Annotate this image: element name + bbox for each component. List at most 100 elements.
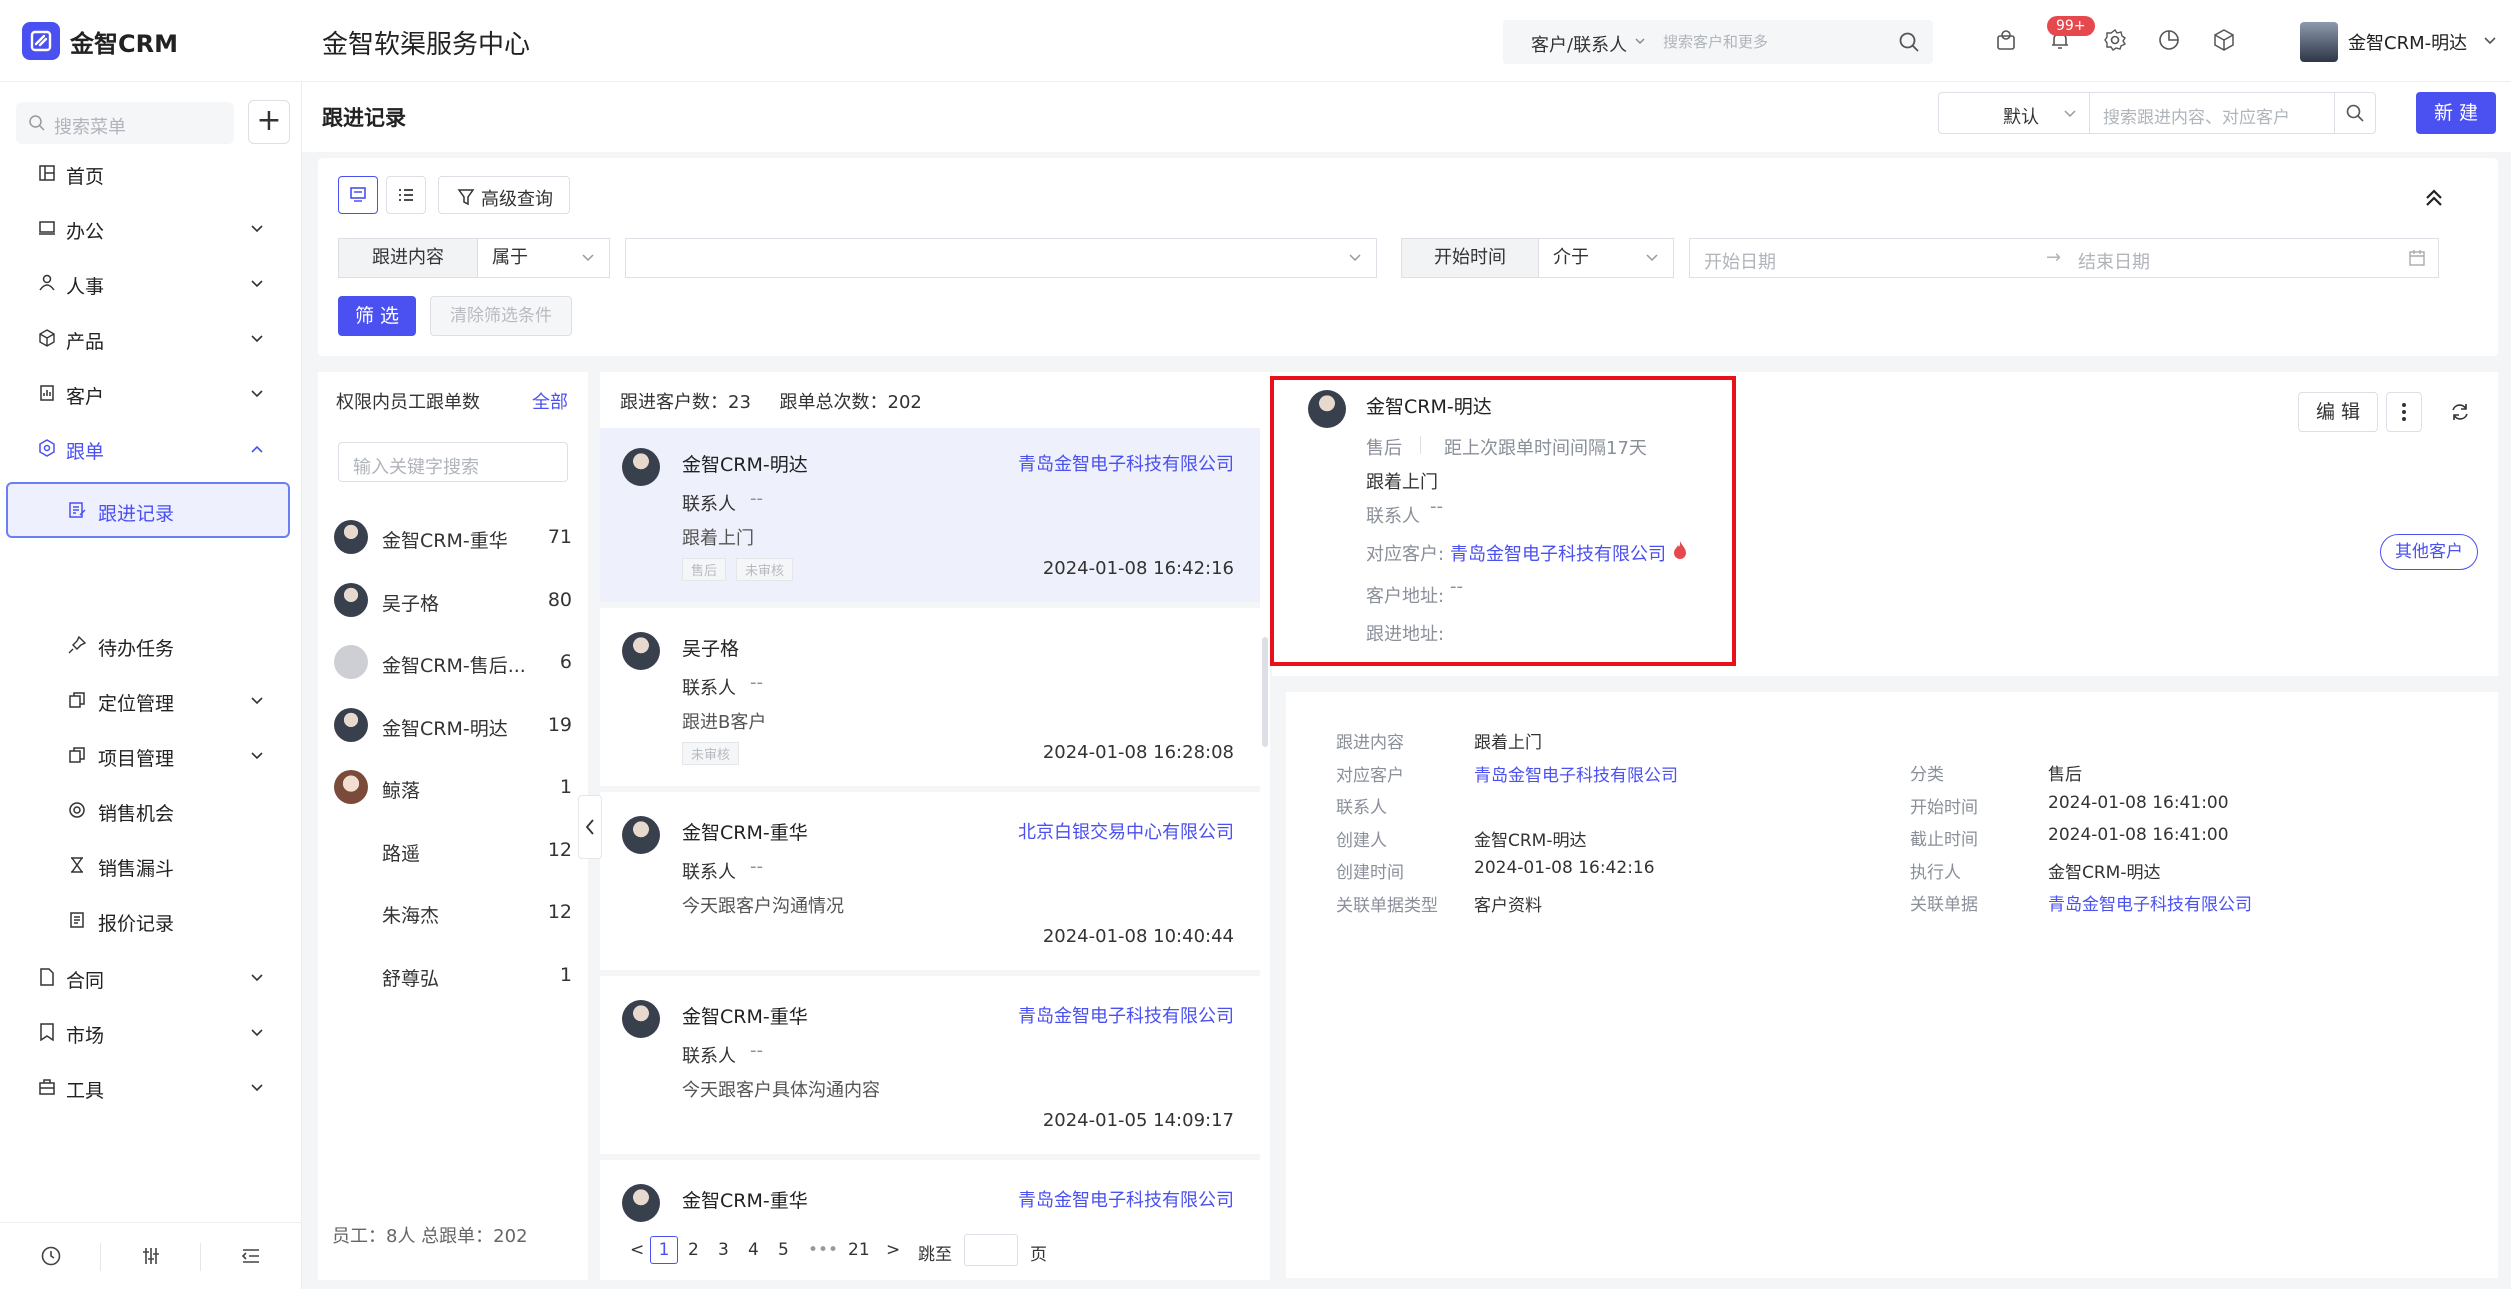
jump-page-input[interactable] bbox=[964, 1234, 1018, 1266]
collapse-up-icon[interactable] bbox=[2422, 186, 2446, 210]
employee-row[interactable]: 吴子格 80 bbox=[318, 571, 588, 633]
employee-row[interactable]: 金智CRM-重华 71 bbox=[318, 508, 588, 570]
global-search-input[interactable] bbox=[1663, 20, 1883, 64]
record-card[interactable]: 金智CRM-重华 青岛金智电子科技有限公司 联系人 -- 今天跟客户具体沟通内容 2024… bbox=[600, 980, 1260, 1160]
advanced-query-button[interactable]: 高级查询 bbox=[438, 176, 570, 214]
field-label: 执行人 bbox=[1910, 862, 1961, 883]
filter-content-value[interactable] bbox=[625, 238, 1377, 278]
apply-filter-button[interactable]: 筛 选 bbox=[338, 296, 416, 336]
gear-icon[interactable] bbox=[2103, 28, 2127, 52]
pie-chart-icon[interactable] bbox=[2157, 28, 2181, 52]
chevron-down-icon[interactable] bbox=[2482, 34, 2498, 48]
sidebar-item-label: 办公 bbox=[66, 221, 105, 243]
user-name[interactable]: 金智CRM-明达 bbox=[2348, 29, 2467, 55]
field-value: 2024-01-08 16:41:00 bbox=[2048, 825, 2229, 845]
sidebar-item-contract[interactable]: 合同 bbox=[0, 954, 302, 1002]
next-page-button[interactable]: > bbox=[886, 1240, 900, 1260]
user-avatar[interactable] bbox=[2300, 22, 2338, 62]
chevron-down-icon bbox=[250, 223, 264, 235]
page-2-button[interactable]: 2 bbox=[688, 1240, 699, 1260]
sidebar-item-office[interactable]: 办公 bbox=[0, 205, 302, 253]
sidebar-item-label: 待办任务 bbox=[98, 638, 175, 660]
all-employees-link[interactable]: 全部 bbox=[532, 388, 568, 414]
prev-page-button[interactable]: < bbox=[630, 1240, 644, 1260]
new-record-button[interactable]: 新 建 bbox=[2416, 92, 2496, 134]
page-ellipsis[interactable]: ••• bbox=[808, 1240, 838, 1260]
record-card[interactable]: 金智CRM-重华 北京白银交易中心有限公司 联系人 -- 今天跟客户沟通情况 2024-0… bbox=[600, 796, 1260, 976]
chevron-down-icon bbox=[1633, 34, 1647, 48]
sidebar-item-customer[interactable]: 客户 bbox=[0, 370, 302, 418]
sidebar-item-label: 销售机会 bbox=[98, 803, 175, 825]
sidebar-item-opportunity[interactable]: 销售机会 bbox=[0, 787, 302, 835]
chevron-up-icon bbox=[250, 443, 264, 455]
record-customer-link[interactable]: 青岛金智电子科技有限公司 bbox=[1018, 450, 1234, 476]
sliders-icon[interactable] bbox=[140, 1245, 162, 1267]
clear-filter-button[interactable]: 清除筛选条件 bbox=[430, 296, 572, 336]
collapse-list-button[interactable] bbox=[578, 795, 602, 859]
page-21-button[interactable]: 21 bbox=[848, 1240, 870, 1260]
record-card[interactable]: 吴子格 联系人 -- 跟进B客户 未审核 2024-01-08 16:28:08 bbox=[600, 612, 1260, 792]
page-4-button[interactable]: 4 bbox=[748, 1240, 759, 1260]
filter-time-operator[interactable]: 介于 bbox=[1538, 238, 1674, 278]
sidebar-item-tools[interactable]: 工具 bbox=[0, 1064, 302, 1112]
sidebar-item-funnel[interactable]: 销售漏斗 bbox=[0, 842, 302, 890]
sidebar-item-quotes[interactable]: 报价记录 bbox=[0, 897, 302, 945]
field-link[interactable]: 青岛金智电子科技有限公司 bbox=[2048, 890, 2252, 915]
avatar bbox=[622, 448, 660, 486]
sidebar-item-project[interactable]: 项目管理 bbox=[0, 732, 302, 780]
menu-search-input[interactable]: 搜索菜单 bbox=[16, 102, 234, 144]
sidebar-item-product[interactable]: 产品 bbox=[0, 315, 302, 363]
employee-search-input[interactable]: 输入关键字搜索 bbox=[338, 442, 568, 482]
more-options-button[interactable] bbox=[2386, 392, 2422, 432]
date-range-picker[interactable]: 开始日期 → 结束日期 bbox=[1689, 238, 2439, 278]
employee-row[interactable]: 鲸落 1 bbox=[318, 758, 588, 820]
collapse-menu-icon[interactable] bbox=[240, 1245, 262, 1267]
cube-icon[interactable] bbox=[2212, 28, 2236, 52]
chevron-down-icon bbox=[1348, 252, 1362, 264]
employee-row[interactable]: 金智CRM-明达 19 bbox=[318, 696, 588, 758]
contacts-icon[interactable] bbox=[1994, 28, 2018, 52]
page-3-button[interactable]: 3 bbox=[718, 1240, 729, 1260]
add-menu-button[interactable]: + bbox=[248, 100, 290, 144]
search-button[interactable] bbox=[2334, 92, 2376, 134]
sidebar-item-follow[interactable]: 跟单 bbox=[0, 425, 302, 473]
page-5-button[interactable]: 5 bbox=[778, 1240, 789, 1260]
field-link[interactable]: 青岛金智电子科技有限公司 bbox=[1474, 761, 1678, 786]
sidebar-item-hr[interactable]: 人事 bbox=[0, 260, 302, 308]
record-customer-link[interactable]: 青岛金智电子科技有限公司 bbox=[1018, 1186, 1234, 1212]
search-scope-select[interactable]: 客户/联系人 bbox=[1531, 31, 1627, 57]
sort-select[interactable]: 默认 bbox=[1938, 92, 2090, 134]
record-card[interactable]: 金智CRM-明达 青岛金智电子科技有限公司 联系人 -- 跟着上门 售后 未审核 2024-0… bbox=[600, 428, 1260, 608]
record-search-input[interactable]: 搜索跟进内容、对应客户 bbox=[2089, 92, 2335, 134]
search-icon[interactable] bbox=[1898, 31, 1920, 53]
employee-row[interactable]: 舒尊弘 1 bbox=[318, 946, 588, 1008]
filter-content-operator[interactable]: 属于 bbox=[477, 238, 610, 278]
chevron-down-icon bbox=[250, 278, 264, 290]
list-view-button[interactable] bbox=[386, 176, 426, 214]
record-customer-link[interactable]: 北京白银交易中心有限公司 bbox=[1018, 818, 1234, 844]
record-owner: 金智CRM-重华 bbox=[682, 1190, 808, 1212]
scrollbar[interactable] bbox=[1262, 637, 1268, 747]
refresh-icon[interactable] bbox=[2450, 402, 2470, 422]
record-card[interactable]: 金智CRM-重华 青岛金智电子科技有限公司 bbox=[600, 1164, 1260, 1224]
other-customers-button[interactable]: 其他客户 bbox=[2380, 534, 2478, 570]
card-view-button[interactable] bbox=[338, 176, 378, 214]
history-icon[interactable] bbox=[40, 1245, 62, 1267]
avatar bbox=[622, 816, 660, 854]
record-customer-link[interactable]: 青岛金智电子科技有限公司 bbox=[1018, 1002, 1234, 1028]
employee-row[interactable]: 路遥 12 bbox=[318, 821, 588, 883]
edit-button[interactable]: 编 辑 bbox=[2298, 392, 2378, 432]
employee-name: 金智CRM-售后... bbox=[382, 655, 526, 677]
sidebar-item-follow-records[interactable]: 跟进记录 bbox=[6, 482, 290, 538]
employee-row[interactable]: 朱海杰 12 bbox=[318, 883, 588, 945]
employee-row[interactable]: 金智CRM-售后... 6 bbox=[318, 633, 588, 695]
divider bbox=[200, 1243, 201, 1271]
app-logo[interactable] bbox=[22, 22, 60, 60]
sidebar-item-location[interactable]: 定位管理 bbox=[0, 677, 302, 725]
funnel-icon bbox=[68, 856, 86, 874]
sidebar-item-home[interactable]: 首页 bbox=[0, 150, 302, 198]
field-label: 关联单据类型 bbox=[1336, 895, 1438, 916]
sidebar-item-market[interactable]: 市场 bbox=[0, 1009, 302, 1057]
page-1-button[interactable]: 1 bbox=[650, 1236, 678, 1264]
sidebar-item-todo[interactable]: 待办任务 bbox=[0, 622, 302, 670]
